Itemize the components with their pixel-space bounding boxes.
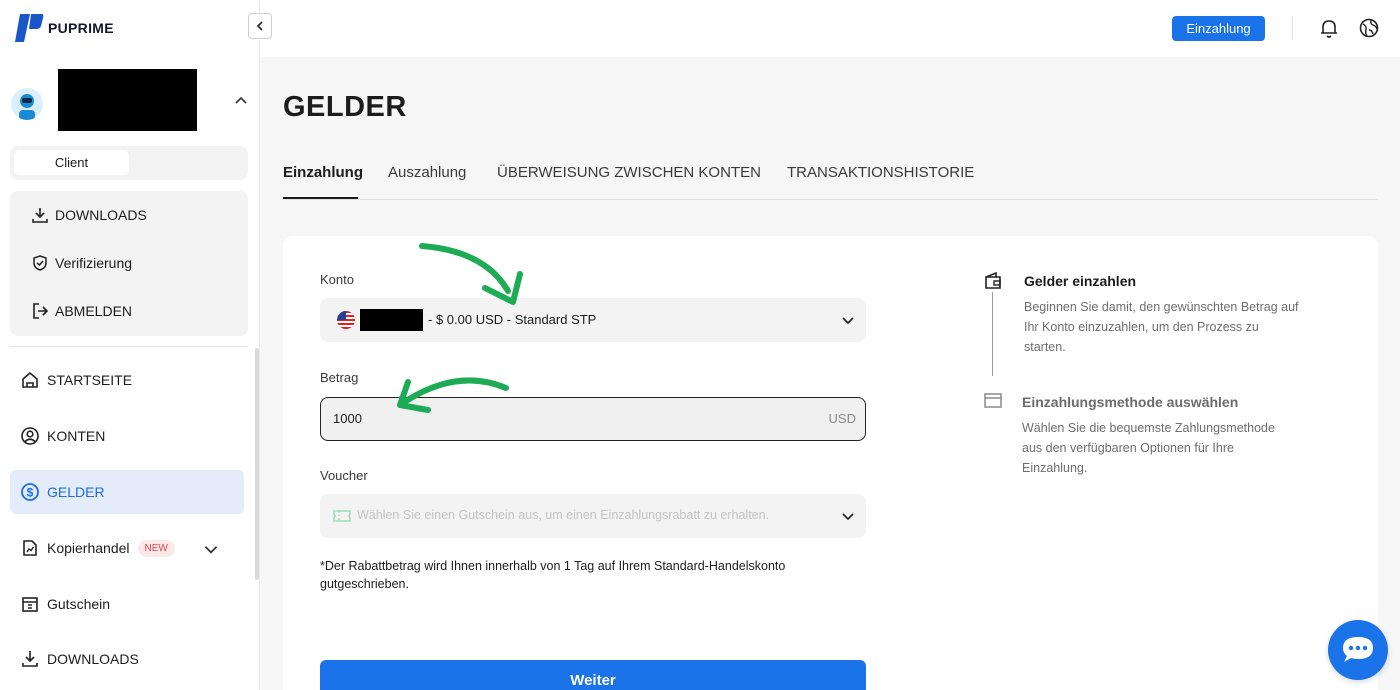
language-globe-icon[interactable]: [1358, 17, 1380, 39]
amount-input[interactable]: 1000 USD: [320, 397, 866, 441]
step-title: Gelder einzahlen: [1024, 273, 1137, 289]
account-select[interactable]: - $ 0.00 USD - Standard STP: [320, 298, 866, 342]
sidebar-scrollbar[interactable]: [255, 348, 259, 580]
dollar-icon: $: [21, 483, 39, 501]
voucher-placeholder: Wählen Sie einen Gutschein aus, um einen…: [357, 508, 770, 522]
redacted-username: [58, 69, 197, 131]
funds-tabs: Einzahlung Auszahlung ÜBERWEISUNG ZWISCH…: [283, 162, 1378, 200]
sidebar-item-downloads[interactable]: DOWNLOADS: [10, 637, 244, 681]
top-bar-divider: [1292, 16, 1293, 40]
bell-icon[interactable]: [1318, 17, 1340, 39]
sidebar: PUPRIME Client DOWNLOADS Verifizierung A…: [0, 0, 260, 690]
chevron-down-icon: [842, 317, 854, 325]
step-description: Beginnen Sie damit, den gewünschten Betr…: [1024, 300, 1299, 354]
collapse-sidebar-button[interactable]: [248, 13, 272, 39]
redacted-account-number: [360, 309, 423, 331]
top-bar: Einzahlung: [260, 0, 1400, 57]
tab-auszahlung[interactable]: Auszahlung: [388, 164, 466, 181]
sidebar-item-label: DOWNLOADS: [47, 651, 139, 667]
amount-label: Betrag: [320, 370, 359, 385]
brand-name: PUPRIME: [48, 20, 114, 36]
account-menu: DOWNLOADS Verifizierung ABMELDEN: [10, 191, 248, 336]
user-circle-icon: [21, 427, 39, 445]
top-deposit-button[interactable]: Einzahlung: [1172, 16, 1265, 41]
account-select-value: - $ 0.00 USD - Standard STP: [428, 312, 597, 327]
chevron-down-icon[interactable]: [201, 539, 221, 559]
home-icon: [22, 371, 38, 388]
amount-currency: USD: [828, 411, 856, 426]
sidebar-item-kopierhandel[interactable]: Kopierhandel NEW: [10, 526, 244, 570]
avatar[interactable]: [11, 88, 43, 120]
sidebar-divider: [10, 346, 248, 347]
chevron-up-icon[interactable]: [232, 92, 250, 110]
account-menu-downloads[interactable]: DOWNLOADS: [31, 206, 147, 224]
voucher-note: *Der Rabattbetrag wird Ihnen innerhalb v…: [320, 559, 786, 591]
brand-logo[interactable]: PUPRIME: [14, 12, 114, 44]
voucher-label: Voucher: [320, 468, 368, 483]
sidebar-item-label: Gutschein: [47, 596, 111, 612]
account-menu-verification[interactable]: Verifizierung: [31, 254, 132, 272]
new-badge: NEW: [137, 539, 175, 557]
card-icon: [984, 393, 1002, 408]
shield-icon: [33, 255, 47, 271]
voucher-icon: [22, 597, 38, 612]
sidebar-item-konten[interactable]: KONTEN: [10, 414, 244, 458]
sidebar-item-gelder[interactable]: $ GELDER: [10, 470, 244, 514]
sidebar-item-label: STARTSEITE: [47, 372, 133, 388]
step-connector: [992, 292, 993, 376]
account-label: Konto: [320, 272, 354, 287]
live-chat-button[interactable]: [1328, 620, 1388, 680]
continue-button[interactable]: Weiter: [320, 660, 866, 690]
account-menu-label: DOWNLOADS: [55, 207, 147, 223]
chevron-down-icon: [842, 513, 854, 521]
sidebar-item-gutschein[interactable]: Gutschein: [10, 582, 244, 626]
svg-text:$: $: [27, 486, 34, 500]
sidebar-item-startseite[interactable]: STARTSEITE: [10, 358, 244, 402]
ticket-icon: [333, 510, 351, 522]
download-icon: [32, 208, 48, 223]
download-icon: [22, 651, 38, 667]
voucher-select[interactable]: Wählen Sie einen Gutschein aus, um einen…: [320, 494, 866, 538]
step-description: Wählen Sie die bequemste Zahlungsmethode…: [1022, 421, 1275, 475]
role-client-tab[interactable]: Client: [14, 150, 129, 175]
account-menu-label: ABMELDEN: [55, 303, 133, 319]
step-title: Einzahlungsmethode auswählen: [1022, 394, 1239, 410]
amount-input-value: 1000: [333, 411, 362, 426]
copy-trade-icon: [23, 540, 37, 556]
sidebar-item-label: GELDER: [47, 484, 105, 500]
us-flag-icon: [337, 311, 355, 329]
sidebar-item-label: KONTEN: [47, 428, 106, 444]
tab-einzahlung[interactable]: Einzahlung: [283, 164, 363, 181]
avatar-icon: [19, 94, 35, 120]
puprime-logo-icon: [15, 14, 44, 42]
deposit-card: Konto - $ 0.00 USD - Standard STP Betrag…: [283, 236, 1378, 690]
logout-icon: [33, 303, 49, 319]
account-menu-logout[interactable]: ABMELDEN: [31, 302, 132, 320]
page-title: GELDER: [283, 91, 407, 123]
tab-transfer[interactable]: ÜBERWEISUNG ZWISCHEN KONTEN: [497, 164, 761, 181]
chevron-left-icon: [256, 21, 263, 31]
account-menu-label: Verifizierung: [55, 255, 133, 271]
tab-history[interactable]: TRANSAKTIONSHISTORIE: [787, 164, 974, 181]
wallet-icon: [985, 271, 1001, 289]
active-tab-indicator: [283, 197, 358, 199]
role-switch: Client: [10, 146, 248, 180]
chat-bubble-icon: [1343, 637, 1373, 662]
sidebar-item-label: Kopierhandel: [47, 540, 130, 556]
